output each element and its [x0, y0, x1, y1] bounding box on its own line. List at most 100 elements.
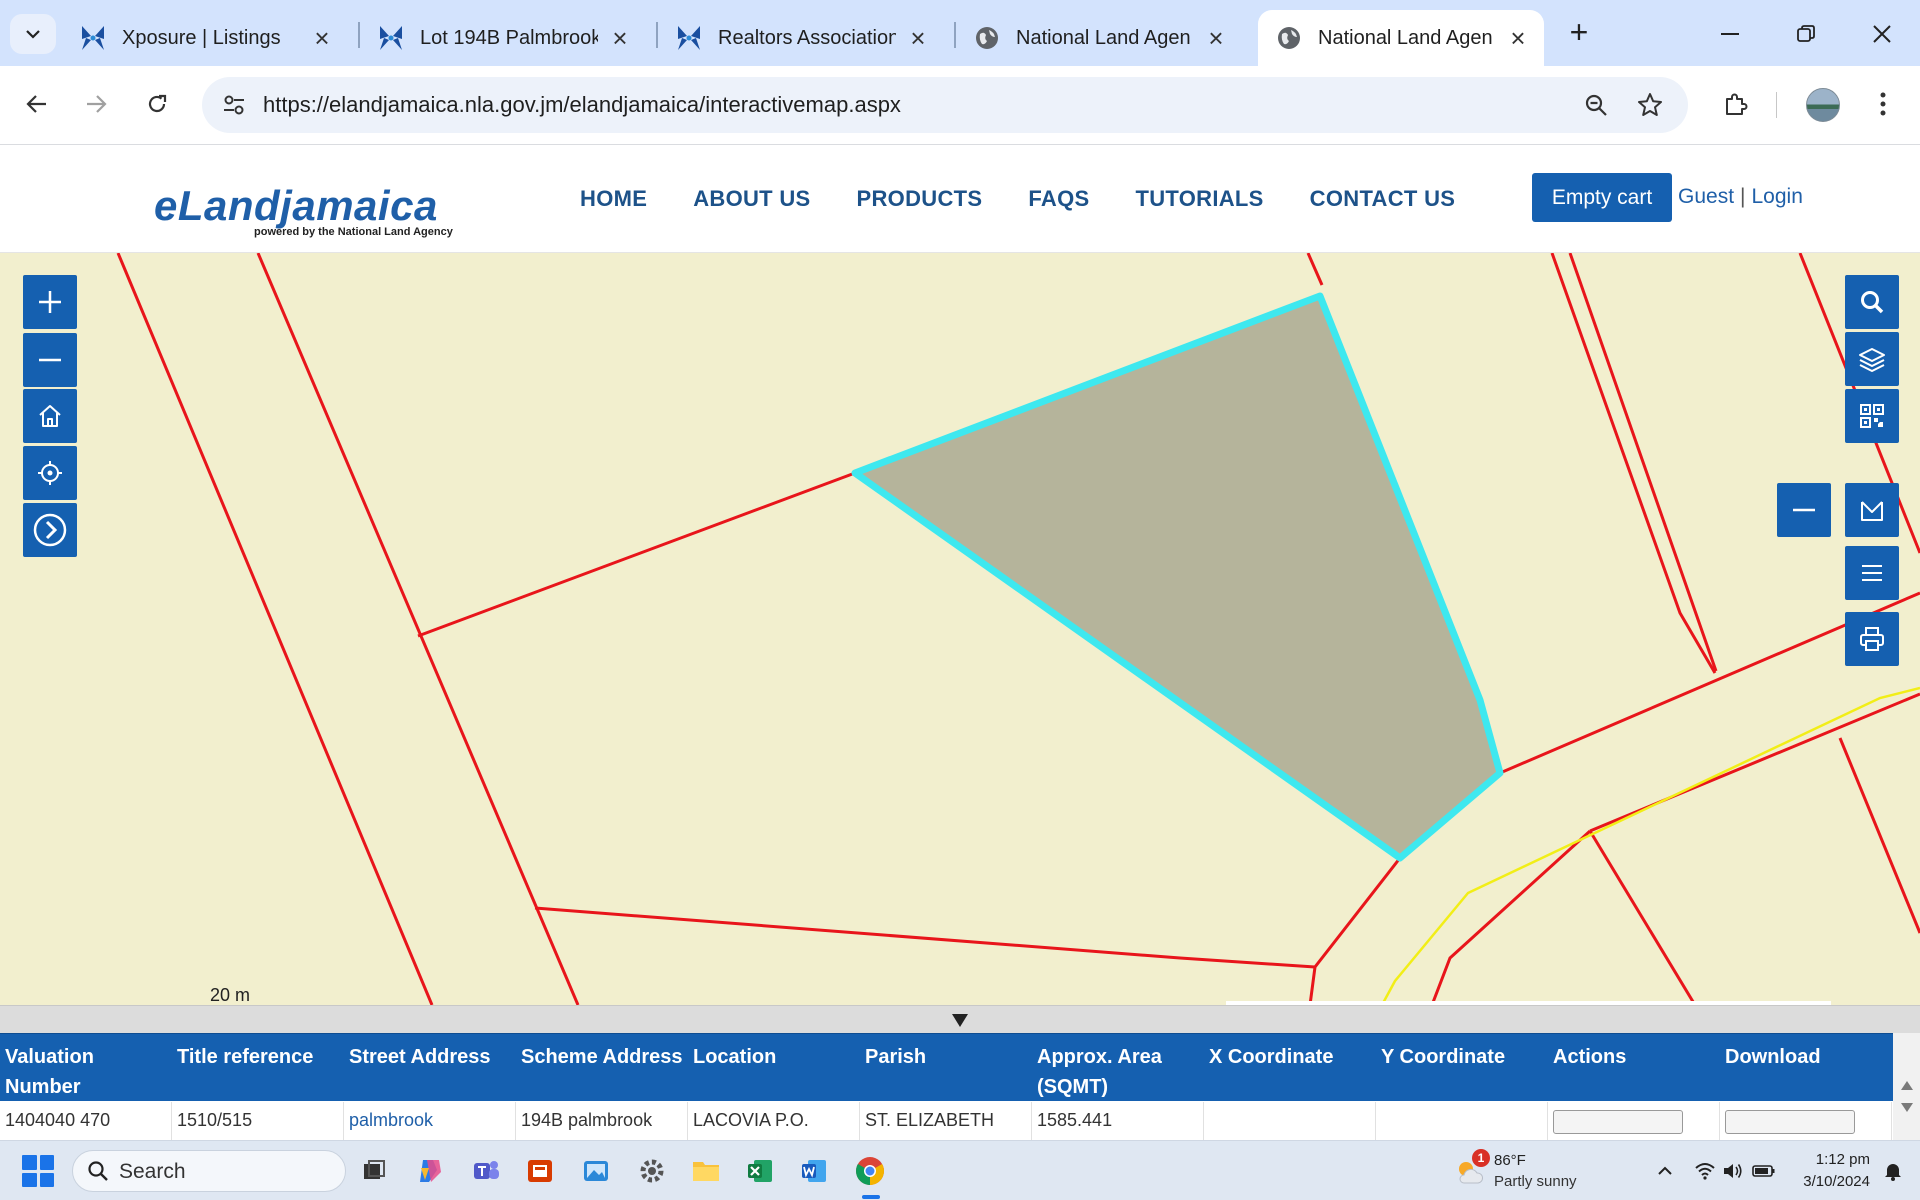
results-scrollbar[interactable]	[1893, 1033, 1920, 1140]
tab-search-button[interactable]	[10, 14, 56, 54]
nav-about-us[interactable]: ABOUT US	[693, 186, 810, 212]
cell-download	[1720, 1102, 1892, 1140]
column-header[interactable]: Title reference	[172, 1034, 344, 1101]
clock-time: 1:12 pm	[1815, 1151, 1870, 1168]
profile-avatar[interactable]	[1806, 88, 1840, 122]
battery-icon[interactable]	[1751, 1157, 1777, 1185]
xposure-icon	[674, 23, 704, 53]
measure-button[interactable]	[1845, 483, 1899, 537]
minus-icon	[39, 358, 61, 362]
settings-icon[interactable]	[634, 1153, 670, 1189]
minimize-button[interactable]	[1706, 14, 1754, 54]
table-row[interactable]: 1404040 470 1510/515 palmbrook 194B palm…	[0, 1102, 1893, 1140]
basemap-gallery-button[interactable]	[1845, 389, 1899, 443]
tab-close-icon[interactable]: ×	[310, 23, 334, 53]
nav-home[interactable]: HOME	[580, 186, 647, 212]
tab-close-icon[interactable]: ×	[1506, 23, 1530, 53]
map-search-button[interactable]	[1845, 275, 1899, 329]
next-button[interactable]	[23, 503, 77, 557]
layers-button[interactable]	[1845, 332, 1899, 386]
browser-menu-button[interactable]	[1868, 84, 1898, 124]
column-header[interactable]: Scheme Address	[516, 1034, 688, 1101]
show-hidden-icons-button[interactable]	[1652, 1157, 1678, 1185]
column-header[interactable]: Location	[688, 1034, 860, 1101]
results-toggle-bar[interactable]	[0, 1005, 1920, 1033]
tab-close-icon[interactable]: ×	[906, 23, 930, 53]
column-header[interactable]: Street Address	[344, 1034, 516, 1101]
extensions-button[interactable]	[1716, 84, 1756, 124]
restore-button[interactable]	[1782, 14, 1830, 54]
task-view-icon[interactable]	[356, 1153, 392, 1189]
back-button[interactable]	[17, 84, 57, 124]
reload-button[interactable]	[137, 84, 177, 124]
download-button[interactable]	[1725, 1110, 1855, 1134]
guest-link[interactable]: Guest	[1678, 185, 1734, 209]
triangle-down-icon[interactable]	[952, 1014, 968, 1027]
wifi-icon[interactable]	[1692, 1157, 1718, 1185]
bookmark-button[interactable]	[1632, 87, 1668, 123]
tab-title: National Land Agen	[1318, 26, 1493, 49]
chrome-icon[interactable]	[852, 1153, 888, 1189]
teams-icon[interactable]	[468, 1153, 504, 1189]
cell-x-coordinate	[1204, 1102, 1376, 1140]
home-extent-button[interactable]	[23, 389, 77, 443]
browser-toolbar: https://elandjamaica.nla.gov.jm/elandjam…	[0, 66, 1920, 145]
browser-tab-1[interactable]: Xposure | Listings ×	[62, 10, 348, 66]
column-header[interactable]: Parish	[860, 1034, 1032, 1101]
zoom-out-button[interactable]	[23, 333, 77, 387]
start-button[interactable]	[22, 1155, 54, 1187]
zoom-in-button[interactable]	[23, 275, 77, 329]
clock-date: 3/10/2024	[1803, 1173, 1870, 1190]
weather-widget[interactable]: 1 86°F Partly sunny	[1452, 1149, 1612, 1195]
taskbar-search[interactable]: Search	[72, 1150, 346, 1192]
system-clock[interactable]: 1:12 pm 3/10/2024	[1790, 1149, 1870, 1193]
new-tab-button[interactable]: +	[1564, 16, 1594, 48]
scroll-down-icon[interactable]	[1901, 1103, 1913, 1112]
cart-button[interactable]: Empty cart	[1532, 173, 1672, 222]
browser-tab-3[interactable]: Realtors Association ×	[658, 10, 944, 66]
login-link[interactable]: Login	[1752, 185, 1803, 209]
site-info-button[interactable]	[216, 87, 252, 123]
photos-app-icon[interactable]	[578, 1153, 614, 1189]
column-header[interactable]: Valuation Number	[0, 1034, 172, 1101]
tab-title: Realtors Association	[718, 26, 896, 49]
legend-button[interactable]	[1845, 546, 1899, 600]
collapse-toolbar-button[interactable]	[1777, 483, 1831, 537]
tab-close-icon[interactable]: ×	[608, 23, 632, 53]
forward-button[interactable]	[76, 84, 116, 124]
site-logo[interactable]: eLandjamaica powered by the National Lan…	[154, 182, 453, 239]
nav-products[interactable]: PRODUCTS	[857, 186, 983, 212]
cell-street-address[interactable]: palmbrook	[344, 1102, 516, 1140]
notifications-button[interactable]	[1880, 1157, 1906, 1185]
browser-tab-5-active[interactable]: National Land Agen ×	[1258, 10, 1544, 66]
column-header[interactable]: Y Coordinate	[1376, 1034, 1548, 1101]
scroll-up-icon[interactable]	[1901, 1081, 1913, 1090]
file-explorer-icon[interactable]	[688, 1153, 724, 1189]
zoom-button[interactable]	[1578, 87, 1614, 123]
excel-icon[interactable]	[742, 1153, 778, 1189]
office-app-icon[interactable]	[522, 1153, 558, 1189]
browser-tab-4[interactable]: National Land Agen ×	[956, 10, 1242, 66]
copilot-icon[interactable]	[412, 1153, 448, 1189]
map-canvas[interactable]	[0, 253, 1920, 1005]
column-header[interactable]: Approx. Area (SQMT)	[1032, 1034, 1204, 1101]
nav-faqs[interactable]: FAQS	[1028, 186, 1089, 212]
actions-select[interactable]	[1553, 1110, 1683, 1134]
search-icon	[1861, 291, 1884, 314]
address-bar[interactable]: https://elandjamaica.nla.gov.jm/elandjam…	[202, 77, 1688, 133]
cell-valuation-number: 1404040 470	[0, 1102, 172, 1140]
column-header[interactable]: X Coordinate	[1204, 1034, 1376, 1101]
tab-close-icon[interactable]: ×	[1204, 23, 1228, 53]
nav-tutorials[interactable]: TUTORIALS	[1135, 186, 1263, 212]
selected-parcel[interactable]	[851, 292, 1504, 862]
print-button[interactable]	[1845, 612, 1899, 666]
url-text[interactable]: https://elandjamaica.nla.gov.jm/elandjam…	[263, 92, 901, 118]
locate-button[interactable]	[23, 446, 77, 500]
nav-contact-us[interactable]: CONTACT US	[1310, 186, 1456, 212]
volume-icon[interactable]	[1720, 1157, 1746, 1185]
word-icon[interactable]	[796, 1153, 832, 1189]
logo-wordmark: eLandjamaica	[154, 182, 438, 229]
close-window-button[interactable]	[1858, 14, 1906, 54]
browser-tab-2[interactable]: Lot 194B Palmbrook ×	[360, 10, 646, 66]
interactive-map[interactable]: 20 m	[0, 253, 1920, 1005]
